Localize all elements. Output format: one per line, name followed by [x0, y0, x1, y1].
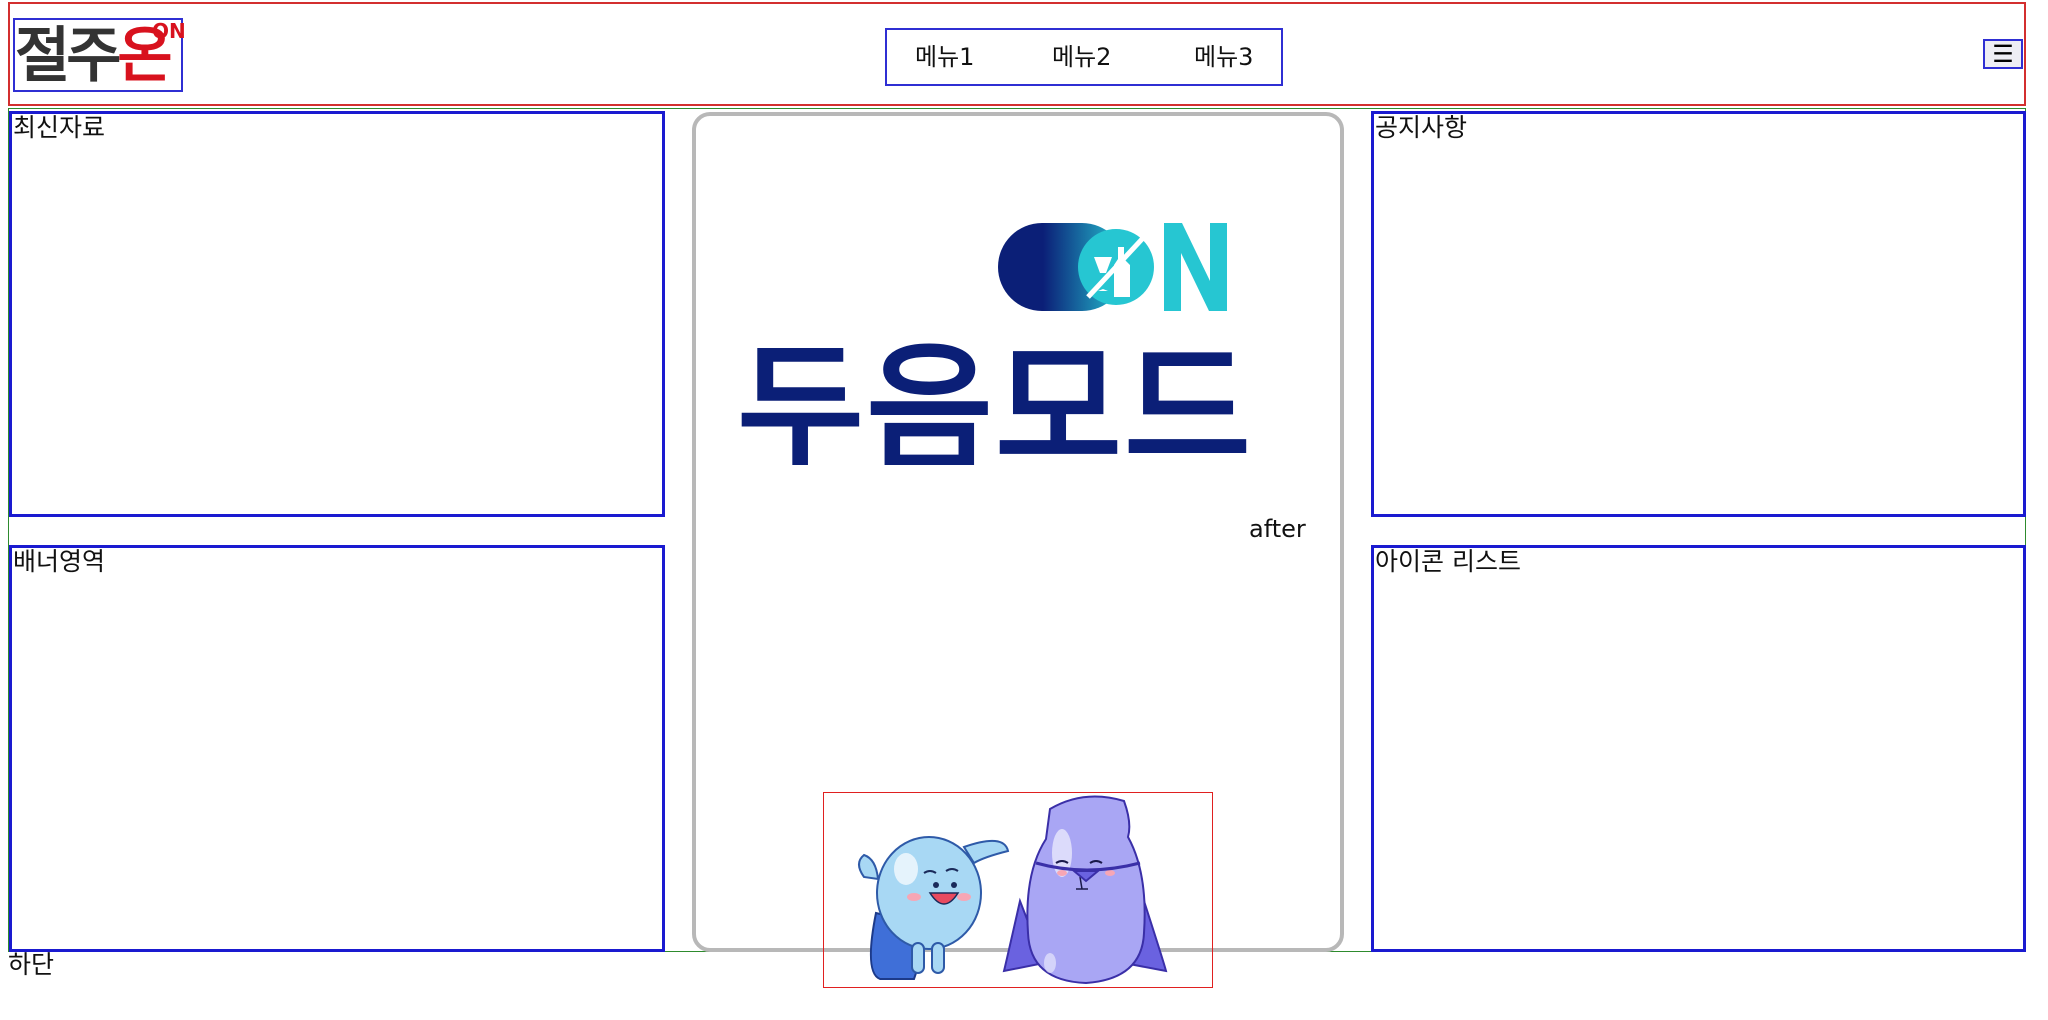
hamburger-menu-icon: ☰ [1992, 40, 2014, 68]
nav-item-menu2[interactable]: 메뉴2 [1052, 42, 1111, 72]
panel-recent: 최신자료 [9, 111, 665, 517]
nav-item-menu3[interactable]: 메뉴3 [1194, 42, 1253, 72]
panel-notice: 공지사항 [1371, 111, 2026, 517]
nav-item-menu1[interactable]: 메뉴1 [915, 42, 974, 72]
brand-logo-icon: 두음모드 [737, 223, 1253, 465]
panel-icon-list: 아이콘 리스트 [1371, 545, 2026, 952]
panel-title-recent: 최신자료 [13, 113, 106, 142]
site-logo[interactable]: 절주온 ON [13, 18, 186, 92]
footer-label: 하단 [8, 950, 55, 979]
panel-title-notice: 공지사항 [1375, 113, 1468, 142]
logo-text: 절주온 [15, 21, 173, 91]
after-label: after [1249, 515, 1306, 543]
header: 절주온 ON 메뉴1 메뉴2 메뉴3 ☰ [8, 2, 2026, 106]
panel-title-banner: 배너영역 [13, 547, 106, 576]
mascot-icon [858, 795, 1168, 985]
logo-superscript: ON [152, 19, 186, 43]
main-nav: 메뉴1 메뉴2 메뉴3 [885, 28, 1283, 86]
brand-main-text: 두음모드 [737, 329, 1253, 465]
menu-toggle-button[interactable]: ☰ [1983, 39, 2023, 69]
panel-banner: 배너영역 [9, 545, 665, 952]
panel-title-icon-list: 아이콘 리스트 [1375, 547, 1521, 576]
mascot-illustration [823, 792, 1213, 988]
